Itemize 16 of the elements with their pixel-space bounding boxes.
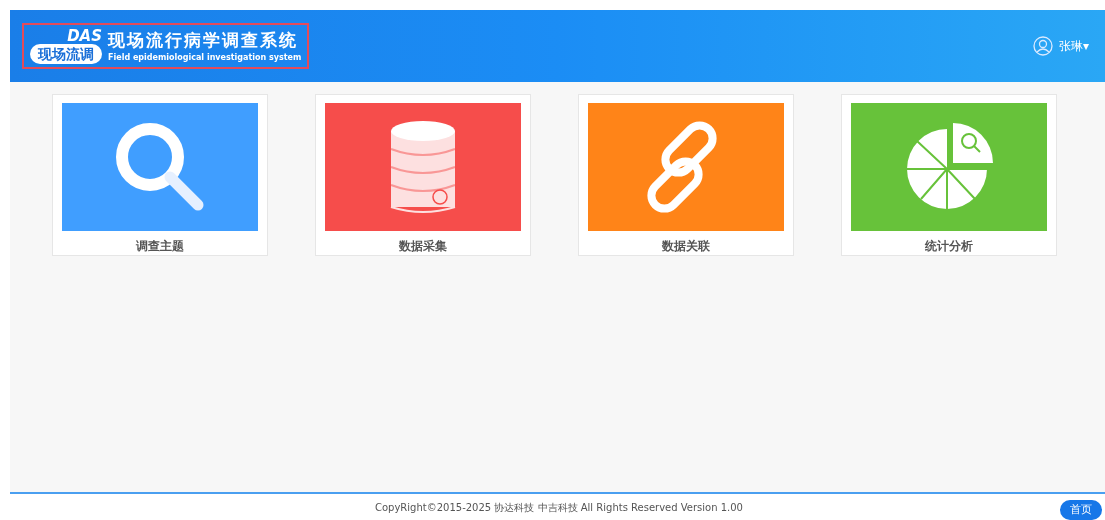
logo-mark: DAS: [67, 28, 102, 44]
module-card[interactable]: 数据关联: [578, 94, 794, 256]
copyright-text: CopyRight©2015-2025 协达科技 中吉科技 All Rights Reserved Version 1.00: [375, 500, 743, 515]
database-icon: [388, 119, 458, 215]
home-button[interactable]: 首页: [1060, 499, 1102, 520]
logo-badge: 现场流调: [30, 44, 102, 64]
module-label: 调查主题: [136, 238, 184, 255]
system-subtitle: Field epidemiological investigation system: [108, 52, 302, 64]
user-avatar-icon[interactable]: [1032, 36, 1053, 56]
module-card[interactable]: 统计分析: [841, 94, 1057, 256]
module-card[interactable]: 数据采集: [315, 94, 531, 256]
module-label: 数据关联: [662, 238, 710, 255]
system-title: 现场流行病学调查系统: [108, 29, 299, 52]
module-card[interactable]: 调查主题: [52, 94, 268, 256]
module-label: 数据采集: [399, 238, 447, 255]
module-label: 统计分析: [925, 238, 973, 255]
